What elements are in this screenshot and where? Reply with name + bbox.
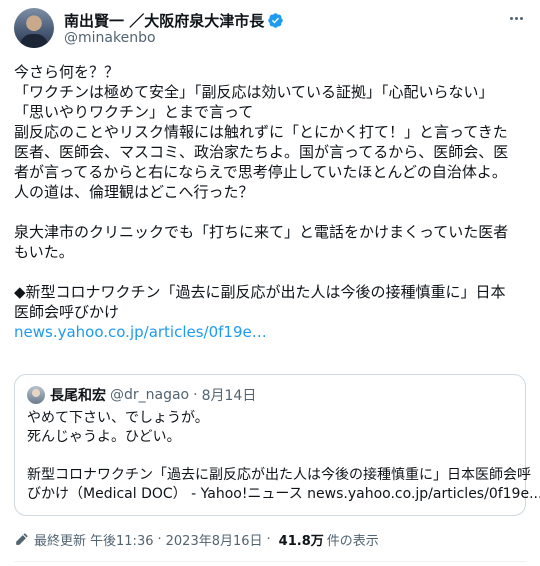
quoted-author-handle: @dr_nagao: [110, 387, 190, 403]
quoted-line: 死んじゃうよ。ひどい。: [27, 429, 181, 445]
tweet-line: ◆新型コロナワクチン「過去に副反応が出た人は今後の接種慎重に」日本: [14, 283, 506, 301]
tweet-line: 医師会呼びかけ: [14, 303, 120, 321]
tweet-line: 今さら何を？？: [14, 63, 120, 81]
tweet-header: 南出賢一 ／大阪府泉大津市長 @minakenbo: [14, 6, 526, 50]
verified-badge-icon: [268, 13, 283, 28]
view-count-label: 件の表示: [326, 534, 379, 549]
quoted-author-name: 長尾和宏: [50, 388, 106, 404]
quoted-tweet-card[interactable]: 長尾和宏 @dr_nagao · 8月14日 やめて下さい、でしょうが。 死んじ…: [14, 374, 540, 516]
edited-label[interactable]: 最終更新: [34, 530, 86, 549]
quoted-author-avatar: [27, 386, 45, 404]
tweet-line: 泉大津市のクリニックでも「打ちに来て」と電話をかけまくっていた医者: [14, 223, 509, 241]
view-count[interactable]: 41.8万: [279, 530, 324, 549]
quoted-tweet-text: やめて下さい、でしょうが。 死んじゃうよ。ひどい。 新型コロナワクチン「過去に副…: [27, 409, 540, 504]
quoted-tweet-date: 8月14日: [201, 388, 257, 404]
tweet-line: 人の道は、倫理観はどこへ行った？: [14, 183, 254, 201]
divider: [14, 561, 526, 562]
separator-dot: ·: [266, 532, 271, 547]
quoted-tweet-header: 長尾和宏 @dr_nagao · 8月14日: [27, 385, 256, 405]
author-name-row: 南出賢一 ／大阪府泉大津市長: [64, 10, 284, 31]
more-icon[interactable]: [506, 10, 526, 26]
tweet-time[interactable]: 午後11:36: [90, 530, 153, 549]
tweet-text: 今さら何を？？ 「ワクチンは極めて安全」「副反応は効いている証拠」「心配いらない…: [14, 62, 530, 342]
tweet-line: 副反応のことやリスク情報には触れずに「とにかく打て！」と言ってきた: [14, 123, 508, 141]
tweet-date[interactable]: 2023年8月16日: [166, 530, 263, 549]
tweet-line: 医者、医師会、マスコミ、政治家たちよ。国が言ってるから、医師会、医: [14, 143, 509, 161]
author-handle[interactable]: @minakenbo: [64, 30, 156, 46]
edit-pencil-icon: [16, 533, 28, 545]
author-avatar[interactable]: [14, 8, 54, 48]
tweet-meta: 最終更新 午後11:36 · 2023年8月16日 · 41.8万 件の表示: [14, 530, 379, 549]
quoted-line: 新型コロナワクチン「過去に副反応が出た人は今後の接種慎重に」日本医師会呼: [27, 467, 531, 483]
tweet-line: 「思いやりワクチン」とまで言って: [14, 103, 254, 121]
quoted-line: やめて下さい、でしょうが。: [27, 410, 209, 426]
separator-dot: ·: [157, 532, 162, 547]
author-display-name[interactable]: 南出賢一 ／大阪府泉大津市長: [64, 10, 264, 31]
article-link[interactable]: news.yahoo.co.jp/articles/0f19e…: [14, 322, 530, 342]
quoted-line: びかけ（Medical DOC） - Yahoo!ニュース news.yahoo…: [27, 486, 540, 502]
tweet-line: 者が言ってるからと右にならえで思考停止していたほとんどの自治体よ。: [14, 163, 507, 181]
tweet-line: 「ワクチンは極めて安全」「副反応は効いている証拠」「心配いらない」: [14, 83, 494, 101]
separator-dot: ·: [193, 387, 198, 403]
tweet-line: もいた。: [14, 243, 74, 261]
